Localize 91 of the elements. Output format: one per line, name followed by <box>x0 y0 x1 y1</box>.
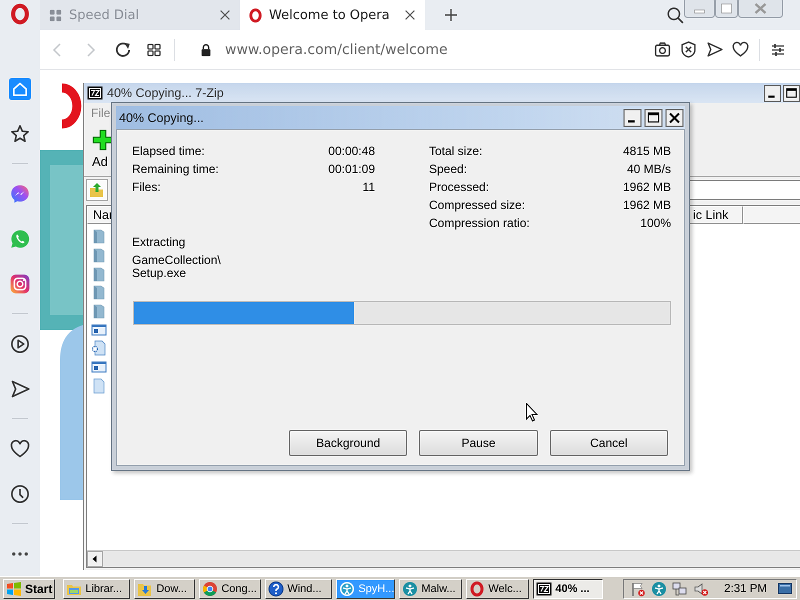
stat-value: 1962 MB <box>622 180 671 194</box>
dialog-button[interactable]: Cancel <box>550 430 668 456</box>
folder-icon[interactable] <box>91 228 107 244</box>
messenger-icon[interactable] <box>10 184 30 204</box>
windows-logo-icon <box>6 582 22 596</box>
file-path: GameCollection\ <box>132 254 221 267</box>
taskbar-button[interactable]: 40% ... <box>533 578 604 598</box>
home-icon[interactable] <box>9 78 31 100</box>
archive-logo-icon <box>536 580 552 596</box>
close-button[interactable] <box>665 108 684 126</box>
maximize-button[interactable] <box>783 84 800 102</box>
dialog-title: 40% Copying... <box>119 110 204 124</box>
reload-icon[interactable] <box>114 40 132 58</box>
clock-icon[interactable] <box>10 484 30 504</box>
stat-label: Speed: <box>429 162 468 176</box>
close-icon[interactable] <box>218 8 232 22</box>
start-button[interactable]: Start <box>3 578 56 598</box>
folder-icon[interactable] <box>91 266 107 282</box>
figure-badge-icon <box>402 580 418 596</box>
flag-error-icon[interactable] <box>630 580 646 596</box>
shield-icon[interactable] <box>680 41 697 58</box>
file-path: Setup.exe <box>132 267 186 280</box>
plus-icon[interactable] <box>443 7 459 23</box>
star-icon[interactable] <box>10 124 30 144</box>
grid-icon[interactable] <box>146 42 162 58</box>
heart-icon[interactable] <box>10 438 30 458</box>
stat-label: Total size: <box>429 144 482 158</box>
help-icon <box>268 580 284 596</box>
shield-figure-icon <box>339 580 356 596</box>
status-text: Extracting <box>132 235 186 249</box>
stat-value: 00:00:48 <box>328 144 375 158</box>
send-icon[interactable] <box>10 378 30 398</box>
stat-value: 40 MB/s <box>626 162 671 176</box>
dialog-button[interactable]: Background <box>289 430 408 456</box>
opera-logo-icon[interactable] <box>9 2 31 24</box>
folder-up-icon <box>89 182 105 198</box>
add-icon[interactable] <box>92 129 114 151</box>
stat-value: 1962 MB <box>622 198 671 212</box>
stat-value: 4815 MB <box>622 144 671 158</box>
speaker-muted-icon[interactable] <box>693 580 710 596</box>
browser-tab[interactable]: Welcome to Opera <box>240 0 425 30</box>
column-header[interactable] <box>743 206 800 224</box>
opera-logo-icon <box>248 8 263 22</box>
send-icon[interactable] <box>706 41 723 58</box>
window-icon[interactable] <box>91 359 107 376</box>
camera-icon[interactable] <box>654 41 671 58</box>
folder-icon[interactable] <box>91 303 107 320</box>
lock-icon <box>199 42 213 56</box>
minimize-button[interactable] <box>764 84 781 102</box>
figure-badge-icon[interactable] <box>651 580 668 596</box>
stat-label: Compressed size: <box>429 198 526 212</box>
taskbar-button[interactable]: Cong... <box>199 578 262 598</box>
network-icon[interactable] <box>672 580 688 596</box>
stat-label: Remaining time: <box>132 162 219 176</box>
stat-label: Processed: <box>429 180 490 194</box>
column-header[interactable]: ic Link <box>687 206 743 224</box>
heart-icon[interactable] <box>732 41 749 58</box>
grid-icon <box>48 8 63 22</box>
stat-value: 11 <box>362 180 375 194</box>
show-desktop-icon[interactable] <box>778 582 792 594</box>
stat-value: 00:01:09 <box>328 162 375 176</box>
maximize-button[interactable] <box>644 108 663 126</box>
taskbar-button[interactable]: Librar... <box>63 578 130 598</box>
play-icon[interactable] <box>10 334 30 354</box>
mouse-pointer-icon <box>526 403 538 422</box>
minimize-button[interactable] <box>623 108 642 126</box>
archive-logo-icon <box>87 85 103 101</box>
folder-up-button[interactable] <box>86 179 108 201</box>
search-icon[interactable] <box>666 6 684 24</box>
dialog-button[interactable]: Pause <box>419 430 538 456</box>
window-title: 40% Copying... 7-Zip <box>107 86 224 100</box>
taskbar-button[interactable]: Dow... <box>134 578 196 598</box>
stat-label: Files: <box>132 180 161 194</box>
settings-sliders-icon[interactable] <box>770 42 786 58</box>
folder-icon[interactable] <box>91 284 107 300</box>
camera-icon[interactable] <box>10 274 30 294</box>
stat-label: Compression ratio: <box>429 216 530 230</box>
taskbar-button[interactable]: Malw... <box>399 578 462 598</box>
taskbar-button[interactable]: Wind... <box>265 578 332 598</box>
stat-value: 100% <box>640 216 671 230</box>
address-field[interactable]: www.opera.com/client/welcome <box>225 42 654 58</box>
taskbar-button[interactable]: Welc... <box>466 578 530 598</box>
stat-label: Elapsed time: <box>132 144 205 158</box>
opera-logo-icon <box>469 580 486 596</box>
clock[interactable]: 2:31 PM <box>724 582 767 594</box>
settings-file-icon[interactable] <box>91 340 107 356</box>
browser-icon <box>202 580 218 596</box>
window-icon[interactable] <box>91 322 107 338</box>
folder-icon[interactable] <box>91 247 107 264</box>
close-icon[interactable] <box>403 8 417 22</box>
scroll-left-button[interactable] <box>87 551 103 567</box>
